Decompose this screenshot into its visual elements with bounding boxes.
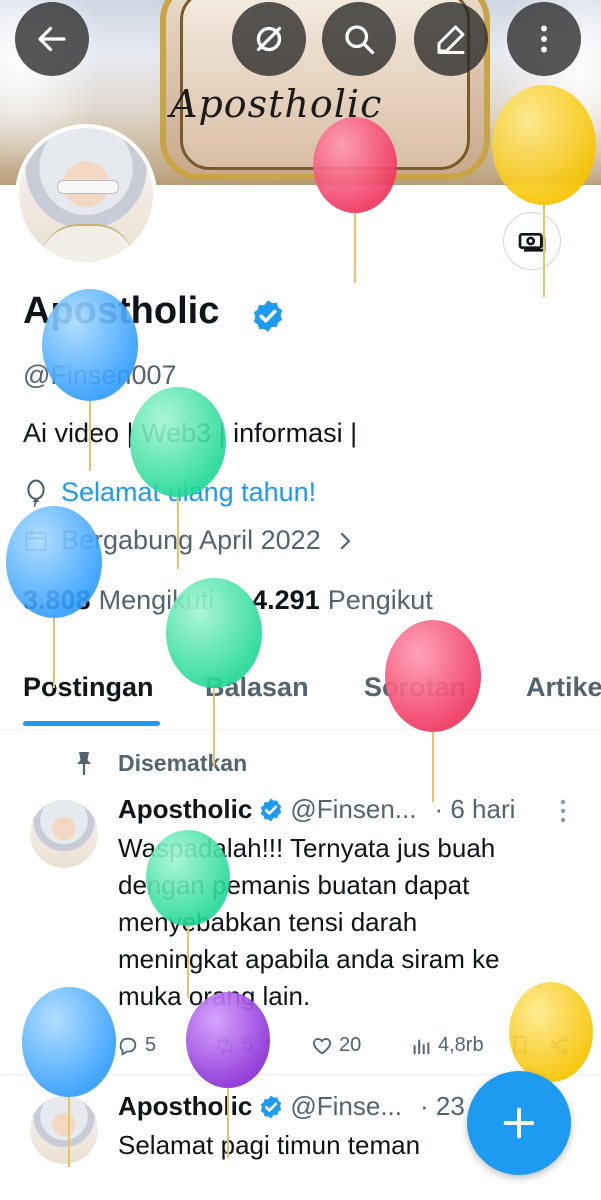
tab-posts[interactable]: Postingan	[23, 672, 154, 703]
views-icon	[413, 1038, 430, 1054]
heart-icon	[312, 1037, 332, 1054]
tweet-line: Selamat pagi timun teman	[118, 1130, 421, 1160]
profile-bio: Ai video | Web3 | informasi |	[23, 418, 358, 448]
sync-off-button[interactable]	[232, 2, 306, 76]
tab-replies[interactable]: Balasan	[205, 672, 309, 703]
repost-count: 5	[242, 1034, 254, 1056]
chevron-right-icon	[340, 532, 350, 549]
reply-icon	[119, 1037, 137, 1056]
tweet-avatar[interactable]	[30, 800, 98, 868]
banner-title: Apostholic	[170, 82, 383, 126]
tweet-header: Apostholic @Finsen... · 6 hari	[118, 794, 515, 825]
compose-button[interactable]	[467, 1071, 571, 1175]
search-icon	[345, 25, 375, 55]
balloon-icon	[27, 479, 45, 507]
search-button[interactable]	[322, 2, 396, 76]
edit-icon	[437, 25, 465, 54]
views-count: 4,8rb	[438, 1034, 484, 1056]
tweet-line: meningkat apabila anda siram ke	[118, 944, 500, 974]
back-icon	[38, 26, 66, 52]
views-button[interactable]: 4,8rb	[410, 1034, 484, 1057]
like-count: 20	[339, 1034, 362, 1056]
bookmark-icon[interactable]	[510, 1034, 530, 1056]
balloon	[385, 620, 481, 802]
tab-highlights[interactable]: Sorotan	[364, 672, 466, 703]
tweet-text: Waspadalah!!! Ternyata jus buah dengan p…	[118, 830, 588, 1015]
tweet-line: dengan pemanis buatan dapat	[118, 870, 470, 900]
joined-text: Bergabung April 2022	[61, 525, 321, 555]
birthday-row[interactable]: Selamat ulang tahun!	[23, 477, 316, 508]
verified-badge-icon	[261, 1095, 282, 1118]
subscribe-money-button[interactable]	[503, 212, 561, 270]
tab-articles[interactable]: Artikel	[526, 672, 601, 703]
tweet-line: menyebabkan tensi darah	[118, 907, 418, 937]
tweet-time: · 23	[420, 1091, 465, 1121]
share-icon[interactable]	[548, 1034, 570, 1056]
money-icon	[518, 233, 546, 252]
no-sync-icon	[256, 26, 282, 52]
tweet-text: Selamat pagi timun teman	[118, 1127, 420, 1164]
tweet-time: · 6 hari	[434, 794, 516, 824]
birthday-text[interactable]: Selamat ulang tahun!	[61, 477, 316, 508]
plus-icon	[503, 1107, 535, 1139]
more-button[interactable]	[507, 2, 581, 76]
calendar-icon	[25, 530, 47, 551]
follow-stats: 3.808 Mengikuti 4.291 Pengikut	[23, 585, 433, 616]
tweet-line: Waspadalah!!! Ternyata jus buah	[118, 833, 496, 863]
repost-icon	[217, 1036, 233, 1055]
joined-row[interactable]: Bergabung April 2022	[23, 525, 357, 556]
pinned-label: Disematkan	[118, 750, 248, 776]
tweet-line: muka orang lain.	[118, 981, 311, 1011]
following-count[interactable]: 3.808	[23, 585, 91, 616]
more-icon	[541, 25, 547, 53]
like-button[interactable]: 20	[311, 1034, 361, 1057]
tweet-author-name[interactable]: Apostholic	[118, 1091, 252, 1122]
profile-handle: @Finsen007	[23, 360, 177, 390]
tweet-more-icon[interactable]	[552, 798, 574, 824]
tabs-divider	[0, 729, 601, 730]
verified-badge-icon	[261, 798, 282, 821]
tweet-avatar[interactable]	[30, 1096, 98, 1164]
followers-count[interactable]: 4.291	[252, 585, 320, 616]
tweet-author-handle[interactable]: @Finsen...	[290, 794, 416, 825]
following-label[interactable]: Mengikuti	[99, 585, 215, 616]
reply-button[interactable]: 5	[117, 1034, 156, 1057]
profile-avatar[interactable]	[15, 124, 157, 266]
edit-button[interactable]	[414, 2, 488, 76]
pin-icon	[77, 752, 91, 776]
tweet-author-name[interactable]: Apostholic	[118, 794, 252, 825]
tweet-header: Apostholic @Finse... · 23	[118, 1091, 465, 1122]
display-name: Apostholic	[23, 290, 220, 332]
repost-button[interactable]: 5	[214, 1034, 253, 1057]
verified-badge-icon	[253, 300, 283, 332]
followers-label[interactable]: Pengikut	[328, 585, 433, 616]
active-tab-indicator	[23, 721, 160, 726]
tweet-author-handle[interactable]: @Finse...	[290, 1091, 402, 1122]
reply-count: 5	[145, 1034, 157, 1056]
back-button[interactable]	[15, 2, 89, 76]
